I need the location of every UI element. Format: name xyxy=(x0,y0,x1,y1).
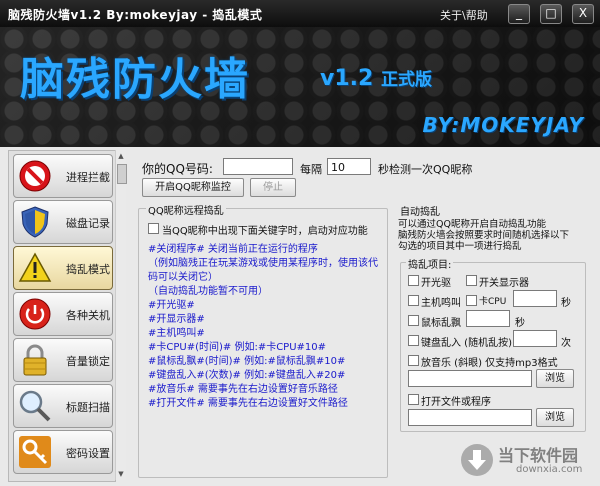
open-drive-label: 开光驱 xyxy=(421,278,451,289)
watermark-text: 当下软件园 xyxy=(498,446,579,465)
interval-label: 每隔 xyxy=(300,163,322,176)
command-line: #打开文件# 需要事先在右边设置好文件路径 xyxy=(148,398,348,409)
music-checkbox[interactable] xyxy=(408,355,419,366)
shield-icon xyxy=(21,206,49,238)
stop-sign-icon xyxy=(19,160,51,192)
help-link[interactable]: 关于\帮助 xyxy=(440,7,488,23)
minimize-button[interactable]: _ xyxy=(508,4,530,24)
app-logo: 脑残防火墙 xyxy=(20,54,250,105)
open-file-label: 打开文件或程序 xyxy=(421,397,491,408)
command-line: 码可以关闭它） xyxy=(148,272,218,283)
sidebar-item-label: 各种关机 xyxy=(66,309,110,322)
command-line: #主机鸣叫# xyxy=(148,328,205,339)
sidebar-item-password[interactable]: 密码设置 xyxy=(13,430,113,474)
scroll-up-icon[interactable]: ▲ xyxy=(116,150,126,162)
music-label: 放音乐 (斜眼) 仅支持mp3格式 xyxy=(421,358,558,369)
mouse-label: 鼠标乱飘 xyxy=(421,318,461,329)
sidebar-item-label: 音量锁定 xyxy=(66,355,110,368)
scroll-down-icon[interactable]: ▼ xyxy=(116,468,126,480)
file-browse-button[interactable]: 浏览 xyxy=(536,408,574,427)
keyboard-checkbox[interactable] xyxy=(408,335,419,346)
sidebar-scrollbar[interactable]: ▲ ▼ xyxy=(115,150,127,480)
sidebar-item-label: 捣乱模式 xyxy=(66,263,110,276)
title-bar: 脑残防火墙v1.2 By:mokeyjay - 捣乱模式 关于\帮助 _ □ X xyxy=(0,0,600,27)
auto-description-line: 勾选的项目其中一项进行捣乱 xyxy=(398,241,522,252)
command-line: #放音乐# 需要事先在右边设置好音乐路径 xyxy=(148,384,338,395)
mouse-seconds-unit: 秒 xyxy=(515,318,525,329)
start-monitor-button[interactable]: 开启QQ昵称监控 xyxy=(142,178,244,197)
sidebar-item-label: 标题扫描 xyxy=(66,401,110,414)
command-line: #卡CPU#(时间)# 例如:#卡CPU#10# xyxy=(148,342,327,353)
version-number: v1.2 xyxy=(320,66,374,91)
app-version: v1.2 正式版 xyxy=(320,65,432,91)
open-file-checkbox[interactable] xyxy=(408,394,419,405)
sidebar-item-process-block[interactable]: 进程拦截 xyxy=(13,154,113,198)
banner: 脑残防火墙 v1.2 正式版 BY:MOKEYJAY xyxy=(0,27,600,147)
window-title: 脑残防火墙v1.2 By:mokeyjay - 捣乱模式 xyxy=(8,8,263,22)
command-line: #开光驱# xyxy=(148,300,195,311)
watermark-url: downxia.com xyxy=(516,464,583,475)
cpu-seconds-input[interactable] xyxy=(513,290,557,307)
open-monitor-label: 开关显示器 xyxy=(479,278,529,289)
sidebar-item-label: 进程拦截 xyxy=(66,171,110,184)
scroll-thumb[interactable] xyxy=(117,164,127,184)
command-line: #开显示器# xyxy=(148,314,205,325)
magnifier-icon xyxy=(19,390,51,422)
interval-suffix: 秒检测一次QQ昵称 xyxy=(378,163,473,176)
remote-prank-title: QQ昵称远程捣乱 xyxy=(146,202,226,217)
qq-number-input[interactable] xyxy=(223,158,293,175)
sidebar-item-title-scan[interactable]: 标题扫描 xyxy=(13,384,113,428)
beep-checkbox[interactable] xyxy=(408,295,419,306)
close-button[interactable]: X xyxy=(572,4,594,24)
music-browse-button[interactable]: 浏览 xyxy=(536,369,574,388)
remote-enable-checkbox[interactable] xyxy=(148,223,159,234)
sidebar-item-shutdown[interactable]: 各种关机 xyxy=(13,292,113,336)
music-path-input[interactable] xyxy=(408,370,532,387)
prank-items-title: 捣乱项目: xyxy=(406,256,454,271)
file-path-input[interactable] xyxy=(408,409,532,426)
command-line: #键盘乱入#(次数)# 例如:#键盘乱入#20# xyxy=(148,370,346,381)
warning-icon xyxy=(18,252,52,282)
cpu-seconds-unit: 秒 xyxy=(561,298,571,309)
power-icon xyxy=(19,298,51,330)
edition-label: 正式版 xyxy=(381,70,432,90)
sidebar-item-label: 密码设置 xyxy=(66,447,110,460)
command-line: #鼠标乱飘#(时间)# 例如:#鼠标乱飘#10# xyxy=(148,356,346,367)
command-line: （自动捣乱功能暂不可用） xyxy=(148,286,268,297)
author-label: BY:MOKEYJAY xyxy=(422,113,584,137)
keyboard-times-unit: 次 xyxy=(561,338,571,349)
cpu-label: 卡CPU xyxy=(479,297,507,307)
remote-enable-label: 当QQ昵称中出现下面关键字时，启动对应功能 xyxy=(162,226,368,237)
sidebar-item-label: 磁盘记录 xyxy=(66,217,110,230)
qq-number-label: 你的QQ号码: xyxy=(142,162,213,176)
cpu-checkbox[interactable] xyxy=(466,295,477,306)
stop-button[interactable]: 停止 xyxy=(250,178,296,197)
mouse-seconds-input[interactable] xyxy=(466,310,510,327)
sidebar-item-volume-lock[interactable]: 音量锁定 xyxy=(13,338,113,382)
sidebar-item-prank-mode[interactable]: 捣乱模式 xyxy=(13,246,113,290)
interval-input[interactable]: 10 xyxy=(327,158,371,175)
maximize-button[interactable]: □ xyxy=(540,4,562,24)
sidebar-item-disk-log[interactable]: 磁盘记录 xyxy=(13,200,113,244)
key-icon xyxy=(19,436,51,468)
padlock-icon xyxy=(23,344,47,376)
open-monitor-checkbox[interactable] xyxy=(466,275,477,286)
beep-label: 主机鸣叫 xyxy=(421,298,461,309)
download-arrow-icon xyxy=(461,444,493,476)
watermark: 当下软件园 downxia.com xyxy=(460,440,596,482)
keyboard-label: 键盘乱入 (随机乱按) xyxy=(421,338,512,349)
keyboard-times-input[interactable] xyxy=(513,330,557,347)
command-line: #关闭程序# 关闭当前正在运行的程序 xyxy=(148,244,318,255)
open-drive-checkbox[interactable] xyxy=(408,275,419,286)
command-line: （例如脑残正在玩某游戏或使用某程序时，使用该代 xyxy=(148,258,378,269)
mouse-checkbox[interactable] xyxy=(408,315,419,326)
sidebar: 进程拦截 磁盘记录 捣乱模式 各种关机 音量锁定 标题扫描 密码设置 xyxy=(8,150,116,482)
